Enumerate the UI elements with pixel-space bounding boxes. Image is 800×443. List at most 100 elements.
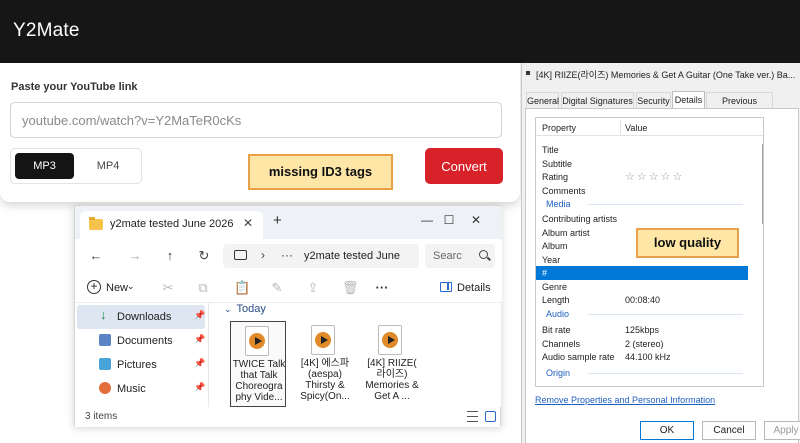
property-key: Genre bbox=[542, 281, 568, 292]
close-icon[interactable]: ✕ bbox=[464, 209, 488, 231]
nav-item-documents[interactable]: Documents 📌 bbox=[77, 329, 205, 353]
property-row-title[interactable]: Title bbox=[536, 143, 748, 157]
format-mp3-button[interactable]: MP3 bbox=[15, 153, 74, 179]
file-item[interactable]: [4K] 에스파 (aespa) Thirsty & Spicy(On... bbox=[297, 321, 353, 407]
minimize-icon[interactable]: — bbox=[415, 209, 439, 231]
file-item[interactable]: [4K] RIIZE( 라이즈) Memories & Get A ... bbox=[364, 321, 420, 407]
up-arrow-icon[interactable]: ↑ bbox=[161, 248, 179, 264]
property-row-comments[interactable]: Comments bbox=[536, 184, 748, 198]
cancel-button[interactable]: Cancel bbox=[702, 421, 756, 440]
new-tab-icon[interactable]: + bbox=[273, 212, 282, 229]
group-heading: Today bbox=[236, 303, 266, 315]
pin-icon: 📌 bbox=[194, 310, 206, 320]
plus-icon: + bbox=[87, 280, 101, 294]
file-name: [4K] 에스파 (aespa) Thirsty & Spicy(On... bbox=[300, 358, 350, 402]
nav-item-label: Downloads bbox=[117, 311, 172, 323]
nav-item-pictures[interactable]: Pictures 📌 bbox=[77, 353, 205, 377]
tiles-view-icon[interactable] bbox=[485, 411, 496, 422]
y2mate-logo[interactable]: Y2Mate bbox=[13, 20, 80, 42]
property-row-contributing-artists[interactable]: Contributing artists bbox=[536, 212, 748, 226]
pin-icon: 📌 bbox=[194, 382, 206, 392]
details-label: Details bbox=[457, 282, 491, 294]
property-row-bit-rate[interactable]: Bit rate 125kbps bbox=[536, 323, 748, 337]
address-bar[interactable]: › ··· y2mate tested June bbox=[223, 244, 419, 268]
column-property[interactable]: Property bbox=[542, 123, 576, 133]
ok-button[interactable]: OK bbox=[640, 421, 694, 440]
this-pc-icon bbox=[234, 250, 247, 260]
maximize-icon[interactable]: ☐ bbox=[437, 209, 461, 231]
more-options-icon[interactable]: ··· bbox=[375, 281, 389, 295]
property-value: 125kbps bbox=[625, 325, 660, 335]
nav-item-downloads[interactable]: Downloads 📌 bbox=[77, 305, 205, 329]
tab-close-icon[interactable]: ✕ bbox=[243, 216, 253, 230]
property-row-track-number[interactable]: # bbox=[536, 266, 748, 280]
file-explorer-window: y2mate tested June 2026 ✕ + — ☐ ✕ ← → ↑ … bbox=[74, 205, 502, 427]
property-row-subtitle[interactable]: Subtitle bbox=[536, 157, 748, 171]
chevron-right-icon: › bbox=[261, 248, 265, 262]
column-value[interactable]: Value bbox=[625, 123, 647, 133]
paste-link-label: Paste your YouTube link bbox=[11, 81, 138, 93]
details-pane-button[interactable]: Details bbox=[440, 280, 492, 298]
file-item[interactable]: TWICE Talk that Talk Choreogra phy Vide.… bbox=[230, 321, 286, 407]
low-quality-callout: low quality bbox=[636, 228, 739, 258]
property-row-length[interactable]: Length 00:08:40 bbox=[536, 293, 748, 307]
tab-details[interactable]: Details bbox=[672, 91, 705, 109]
scrollbar[interactable] bbox=[762, 144, 763, 224]
rename-icon[interactable]: ✎ bbox=[270, 281, 284, 295]
new-button[interactable]: + New ⌄ bbox=[87, 280, 139, 298]
property-row-channels[interactable]: Channels 2 (stereo) bbox=[536, 337, 748, 351]
search-input[interactable]: Searc bbox=[425, 244, 495, 268]
share-icon[interactable]: ⇪ bbox=[306, 281, 320, 295]
convert-button[interactable]: Convert bbox=[425, 148, 503, 184]
properties-tabs: General Digital Signatures Security Deta… bbox=[524, 91, 800, 122]
section-divider bbox=[588, 373, 743, 374]
youtube-url-input[interactable] bbox=[10, 102, 502, 138]
nav-item-label: Pictures bbox=[117, 359, 157, 371]
paste-icon[interactable]: 📋 bbox=[234, 281, 250, 295]
delete-icon[interactable]: 🗑 bbox=[342, 281, 359, 295]
address-path[interactable]: y2mate tested June bbox=[304, 250, 400, 262]
media-file-icon bbox=[378, 325, 402, 355]
details-panel: Property Value Title Subtitle Rating ☆☆☆☆… bbox=[525, 108, 799, 443]
property-row-genre[interactable]: Genre bbox=[536, 280, 748, 294]
property-key: Channels bbox=[542, 338, 581, 349]
column-divider bbox=[620, 120, 621, 134]
address-overflow-icon[interactable]: ··· bbox=[281, 248, 293, 262]
group-header-today[interactable]: ⌄ Today bbox=[224, 303, 266, 315]
rating-stars[interactable]: ☆☆☆☆☆ bbox=[625, 170, 684, 183]
navigation-pane: Downloads 📌 Documents 📌 Pictures 📌 Music… bbox=[75, 303, 209, 407]
pictures-icon bbox=[99, 358, 111, 370]
refresh-icon[interactable]: ↻ bbox=[195, 248, 213, 264]
tab-previous-versions[interactable]: Previous Versions bbox=[706, 92, 773, 122]
property-key: Length bbox=[542, 295, 570, 305]
property-key: Rating bbox=[542, 172, 569, 182]
file-list: ⌄ Today TWICE Talk that Talk Choreogra ph… bbox=[210, 303, 501, 407]
explorer-titlebar: y2mate tested June 2026 ✕ + — ☐ ✕ bbox=[75, 206, 502, 239]
property-key: Album bbox=[542, 241, 568, 251]
apply-button[interactable]: Apply bbox=[764, 421, 800, 440]
item-count: 3 items bbox=[85, 411, 118, 422]
search-placeholder: Searc bbox=[433, 250, 462, 262]
tab-digital-signatures[interactable]: Digital Signatures bbox=[561, 92, 634, 108]
details-view-icon[interactable] bbox=[467, 411, 478, 422]
folder-icon bbox=[89, 217, 103, 230]
tab-general[interactable]: General bbox=[526, 92, 559, 108]
format-mp4-button[interactable]: MP4 bbox=[79, 153, 137, 179]
section-label: Origin bbox=[546, 368, 571, 378]
section-audio: Audio bbox=[536, 307, 748, 321]
forward-arrow-icon[interactable]: → bbox=[126, 248, 144, 264]
window-icon bbox=[526, 71, 530, 75]
tab-security[interactable]: Security bbox=[636, 92, 671, 108]
property-list-header: Property Value bbox=[536, 118, 763, 136]
back-arrow-icon[interactable]: ← bbox=[87, 248, 105, 264]
property-row-rating[interactable]: Rating ☆☆☆☆☆ bbox=[536, 170, 748, 184]
property-key: Contributing artists bbox=[542, 214, 618, 224]
remove-properties-link[interactable]: Remove Properties and Personal Informati… bbox=[535, 395, 715, 405]
nav-item-music[interactable]: Music 📌 bbox=[77, 377, 205, 401]
dialog-title: [4K] RIIZE(라이즈) Memories & Get A Guitar … bbox=[536, 70, 796, 80]
property-row-sample-rate[interactable]: Audio sample rate 44.100 kHz bbox=[536, 350, 748, 364]
explorer-tab[interactable]: y2mate tested June 2026 ✕ bbox=[80, 211, 263, 239]
copy-icon[interactable]: ⧉ bbox=[196, 281, 210, 295]
cut-icon[interactable]: ✂ bbox=[161, 281, 175, 295]
explorer-status-bar: 3 items bbox=[75, 407, 500, 427]
